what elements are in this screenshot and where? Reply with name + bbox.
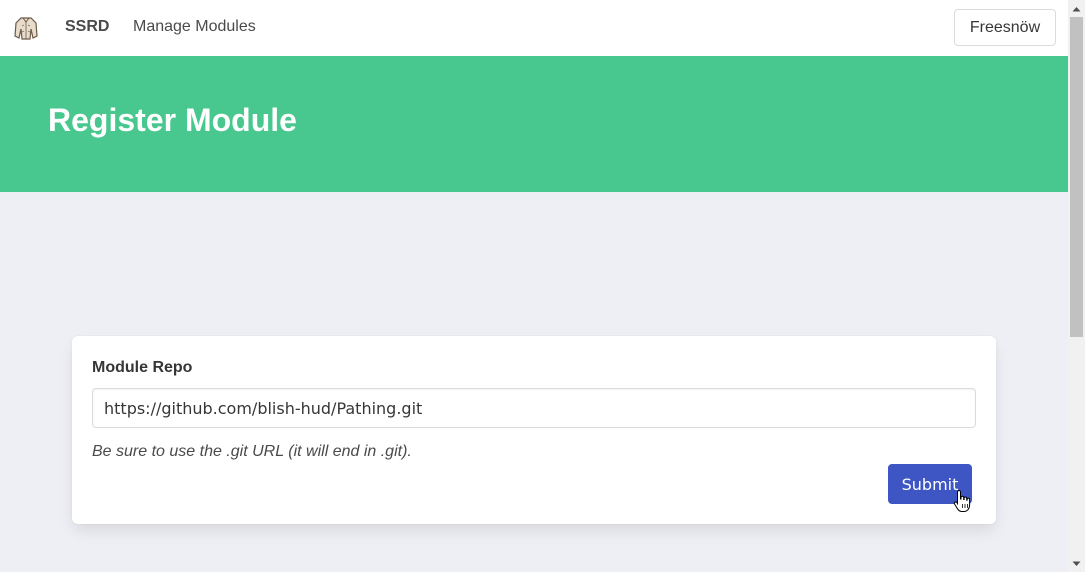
module-repo-input[interactable] [92,388,976,428]
arrow-up-icon[interactable] [1068,0,1085,17]
submit-button[interactable]: Submit [888,464,972,504]
register-form-card: Module Repo Be sure to use the .git URL … [72,336,996,524]
hero-banner: Register Module [0,56,1068,192]
scrollbar-thumb[interactable] [1070,17,1083,337]
page: SSRD Manage Modules Freesnöw Register Mo… [0,0,1068,572]
vertical-scrollbar[interactable] [1068,0,1085,572]
brand-link[interactable]: SSRD [65,18,109,36]
help-text: Be sure to use the .git URL (it will end… [92,443,412,460]
navbar: SSRD Manage Modules Freesnöw [0,0,1068,56]
user-menu-button[interactable]: Freesnöw [954,9,1056,46]
page-title: Register Module [48,102,297,138]
arrow-down-icon[interactable] [1068,555,1085,572]
armor-logo-icon[interactable] [12,14,40,42]
nav-manage-modules[interactable]: Manage Modules [133,18,256,36]
module-repo-label: Module Repo [92,359,193,376]
